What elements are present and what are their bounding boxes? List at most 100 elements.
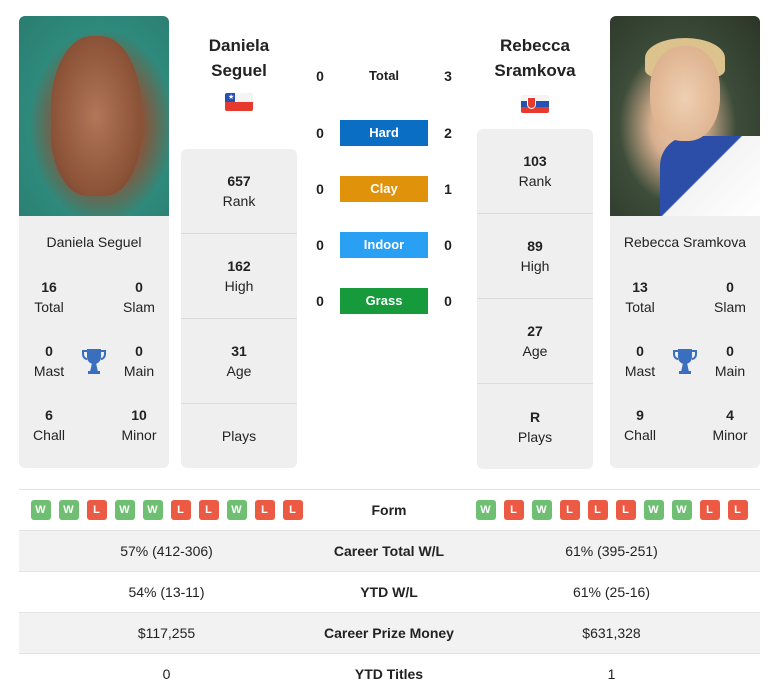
- player2-titles-minor: 4 Minor: [700, 405, 760, 445]
- form-loss-badge[interactable]: L: [615, 500, 636, 520]
- surface-clay-badge[interactable]: Clay: [340, 176, 428, 202]
- age-label: Age: [226, 363, 252, 379]
- player2-titles-chall: 9 Chall: [610, 405, 670, 445]
- player1-titles-minor: 10 Minor: [109, 405, 169, 445]
- player2-value: $631,328: [582, 625, 641, 641]
- h2h-p1-value: 0: [316, 237, 324, 253]
- form-row: WWLWWLLWLL Form WLWLLLWWLL: [19, 489, 760, 530]
- stat-label: Main: [714, 363, 746, 379]
- form-win-badge[interactable]: W: [114, 500, 135, 520]
- player1-name-heading[interactable]: Daniela Seguel: [174, 33, 304, 83]
- table-row: $117,255 Career Prize Money $631,328: [19, 612, 760, 653]
- stat-value: 10: [131, 407, 147, 423]
- form-loss-badge[interactable]: L: [282, 500, 303, 520]
- form-win-badge[interactable]: W: [226, 500, 247, 520]
- player2-high: 89 High: [477, 214, 593, 299]
- row-label: YTD W/L: [360, 584, 418, 600]
- form-win-badge[interactable]: W: [531, 500, 552, 520]
- surface-hard-badge[interactable]: Hard: [340, 120, 428, 146]
- stat-value: 0: [636, 343, 644, 359]
- player1-form: WWLWWLLWLL: [19, 500, 314, 520]
- h2h-p2-value: 0: [444, 293, 452, 309]
- h2h-p2-value: 2: [444, 125, 452, 141]
- h2h-p2-value: 1: [444, 181, 452, 197]
- player2-value: 1: [607, 666, 616, 682]
- player2-form: WLWLLLWWLL: [464, 500, 759, 520]
- player1-value: 54% (13-11): [128, 584, 205, 600]
- player2-face: [650, 46, 720, 141]
- player1-plays: Plays: [181, 404, 297, 468]
- form-loss-badge[interactable]: L: [170, 500, 191, 520]
- form-win-badge[interactable]: W: [142, 500, 163, 520]
- stat-value: 0: [726, 279, 734, 295]
- plays-value: R: [529, 408, 541, 425]
- surface-indoor-badge[interactable]: Indoor: [340, 232, 428, 258]
- h2h-p1-value: 0: [316, 181, 324, 197]
- player2-last-name: Sramkova: [494, 61, 576, 80]
- age-label: Age: [522, 343, 548, 359]
- player1-age: 31 Age: [181, 319, 297, 404]
- stat-value: 6: [45, 407, 53, 423]
- stat-label: Total: [34, 299, 64, 315]
- stat-value: 0: [135, 343, 143, 359]
- form-loss-badge[interactable]: L: [254, 500, 275, 520]
- form-loss-badge[interactable]: L: [559, 500, 580, 520]
- player2-titles-mast: 0 Mast: [610, 341, 670, 381]
- player1-rank-column: 657 Rank 162 High 31 Age Plays: [181, 149, 297, 468]
- form-win-badge[interactable]: W: [643, 500, 664, 520]
- player2-name-heading[interactable]: Rebecca Sramkova: [470, 33, 600, 83]
- stat-label: Mast: [33, 363, 65, 379]
- h2h-clay-row: 0 Clay 1: [300, 176, 470, 202]
- form-win-badge[interactable]: W: [58, 500, 79, 520]
- h2h-grass-row: 0 Grass 0: [300, 288, 470, 314]
- player2-titles-slam: 0 Slam: [700, 277, 760, 317]
- stat-label: Minor: [712, 427, 748, 443]
- player1-card-name[interactable]: Daniela Seguel: [19, 234, 169, 250]
- table-row: 0 YTD Titles 1: [19, 653, 760, 694]
- h2h-p1-value: 0: [316, 68, 324, 84]
- table-row: 57% (412-306) Career Total W/L 61% (395-…: [19, 530, 760, 571]
- table-row: 54% (13-11) YTD W/L 61% (25-16): [19, 571, 760, 612]
- surface-grass-badge[interactable]: Grass: [340, 288, 428, 314]
- h2h-total-row: 0 Total 3: [300, 63, 470, 89]
- player2-age: 27 Age: [477, 299, 593, 384]
- player1-value: $117,255: [137, 625, 196, 641]
- player2-form-badges: WLWLLLWWLL: [464, 500, 759, 520]
- player1-first-name: Daniela: [208, 36, 270, 55]
- rank-value: 657: [227, 173, 251, 189]
- h2h-p1-value: 0: [316, 125, 324, 141]
- form-win-badge[interactable]: W: [671, 500, 692, 520]
- player2-value: 61% (25-16): [572, 584, 651, 600]
- stat-value: 0: [135, 279, 143, 295]
- plays-label: Plays: [517, 428, 553, 445]
- player2-rank: 103 Rank: [477, 129, 593, 214]
- row-label: Career Prize Money: [324, 625, 454, 641]
- h2h-p1-value: 0: [316, 293, 324, 309]
- form-loss-badge[interactable]: L: [198, 500, 219, 520]
- age-value: 31: [231, 343, 247, 359]
- player2-titles-total: 13 Total: [610, 277, 670, 317]
- form-loss-badge[interactable]: L: [587, 500, 608, 520]
- player1-form-badges: WWLWWLLWLL: [19, 500, 314, 520]
- form-loss-badge[interactable]: L: [86, 500, 107, 520]
- stat-label: Slam: [123, 299, 155, 315]
- form-loss-badge[interactable]: L: [699, 500, 720, 520]
- form-label: Form: [371, 502, 407, 518]
- player2-photo[interactable]: [610, 16, 760, 216]
- form-loss-badge[interactable]: L: [727, 500, 748, 520]
- chile-flag-icon: ★: [225, 93, 253, 111]
- player1-high: 162 High: [181, 234, 297, 319]
- player2-value: 61% (395-251): [565, 543, 658, 559]
- stat-label: Chall: [33, 427, 65, 443]
- form-win-badge[interactable]: W: [30, 500, 51, 520]
- stat-value: 9: [636, 407, 644, 423]
- stat-value: 16: [41, 279, 57, 295]
- plays-label: Plays: [221, 428, 257, 444]
- player1-photo[interactable]: [19, 16, 169, 216]
- comparison-table: WWLWWLLWLL Form WLWLLLWWLL 57% (412-306)…: [19, 489, 760, 694]
- player2-card-name[interactable]: Rebecca Sramkova: [610, 234, 760, 250]
- form-loss-badge[interactable]: L: [503, 500, 524, 520]
- h2h-indoor-row: 0 Indoor 0: [300, 232, 470, 258]
- form-win-badge[interactable]: W: [475, 500, 496, 520]
- high-value: 162: [227, 258, 251, 274]
